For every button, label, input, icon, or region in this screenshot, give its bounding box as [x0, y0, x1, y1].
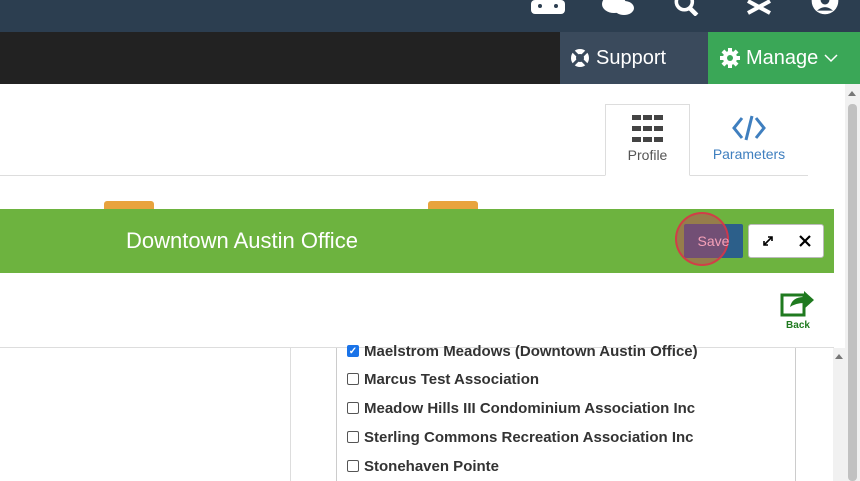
checkbox[interactable] — [347, 460, 359, 472]
dashboard-icon[interactable] — [530, 0, 566, 16]
search-icon[interactable] — [670, 0, 704, 16]
top-bar — [0, 0, 860, 32]
checkbox[interactable] — [347, 402, 359, 414]
modal-scrollbar[interactable] — [833, 348, 845, 481]
manage-menu-button[interactable]: Manage — [708, 32, 860, 84]
close-icon[interactable] — [799, 235, 811, 247]
page-scroll-thumb[interactable] — [848, 104, 857, 481]
lifebuoy-icon — [571, 49, 589, 67]
checkbox-checked[interactable]: ✓ — [347, 345, 359, 357]
share-back-icon — [780, 291, 814, 317]
association-label: Sterling Commons Recreation Association … — [364, 428, 694, 446]
list-item[interactable]: ✓ Maelstrom Meadows (Downtown Austin Off… — [347, 342, 698, 360]
list-icon — [631, 115, 663, 142]
association-label: Maelstrom Meadows (Downtown Austin Offic… — [364, 342, 698, 360]
scroll-up-arrow[interactable] — [835, 354, 843, 359]
association-label: Stonehaven Pointe — [364, 457, 500, 475]
back-button[interactable]: Back — [778, 287, 818, 331]
expand-icon[interactable] — [761, 234, 775, 248]
scroll-up-arrow[interactable] — [848, 91, 856, 96]
tab-profile-label: Profile — [627, 147, 668, 163]
chevron-down-icon — [824, 54, 838, 63]
modal-title: Downtown Austin Office — [126, 228, 358, 253]
save-button[interactable]: Save — [684, 224, 743, 258]
checkbox[interactable] — [347, 431, 359, 443]
association-label: Meadow Hills III Condominium Association… — [364, 399, 696, 417]
association-label: Marcus Test Association — [364, 370, 540, 388]
support-button[interactable]: Support — [560, 32, 708, 84]
tab-parameters[interactable]: Parameters — [700, 104, 798, 176]
user-avatar-icon[interactable] — [808, 0, 842, 16]
modal-window-controls — [748, 224, 824, 258]
back-label: Back — [786, 320, 810, 331]
checkbox[interactable] — [347, 373, 359, 385]
tab-parameters-label: Parameters — [712, 146, 786, 162]
save-label: Save — [697, 233, 730, 249]
close-icon[interactable] — [745, 0, 773, 16]
gear-icon — [720, 48, 740, 68]
list-item[interactable]: Marcus Test Association — [347, 370, 539, 388]
list-item[interactable]: Sterling Commons Recreation Association … — [347, 428, 694, 446]
list-item[interactable]: Stonehaven Pointe — [347, 457, 499, 475]
list-item[interactable]: Meadow Hills III Condominium Association… — [347, 399, 695, 417]
support-label: Support — [596, 46, 667, 69]
panel-divider — [290, 348, 291, 481]
chat-icon[interactable] — [600, 0, 636, 16]
tab-profile[interactable]: Profile — [605, 104, 690, 176]
code-icon — [732, 115, 766, 141]
manage-label: Manage — [746, 46, 819, 69]
